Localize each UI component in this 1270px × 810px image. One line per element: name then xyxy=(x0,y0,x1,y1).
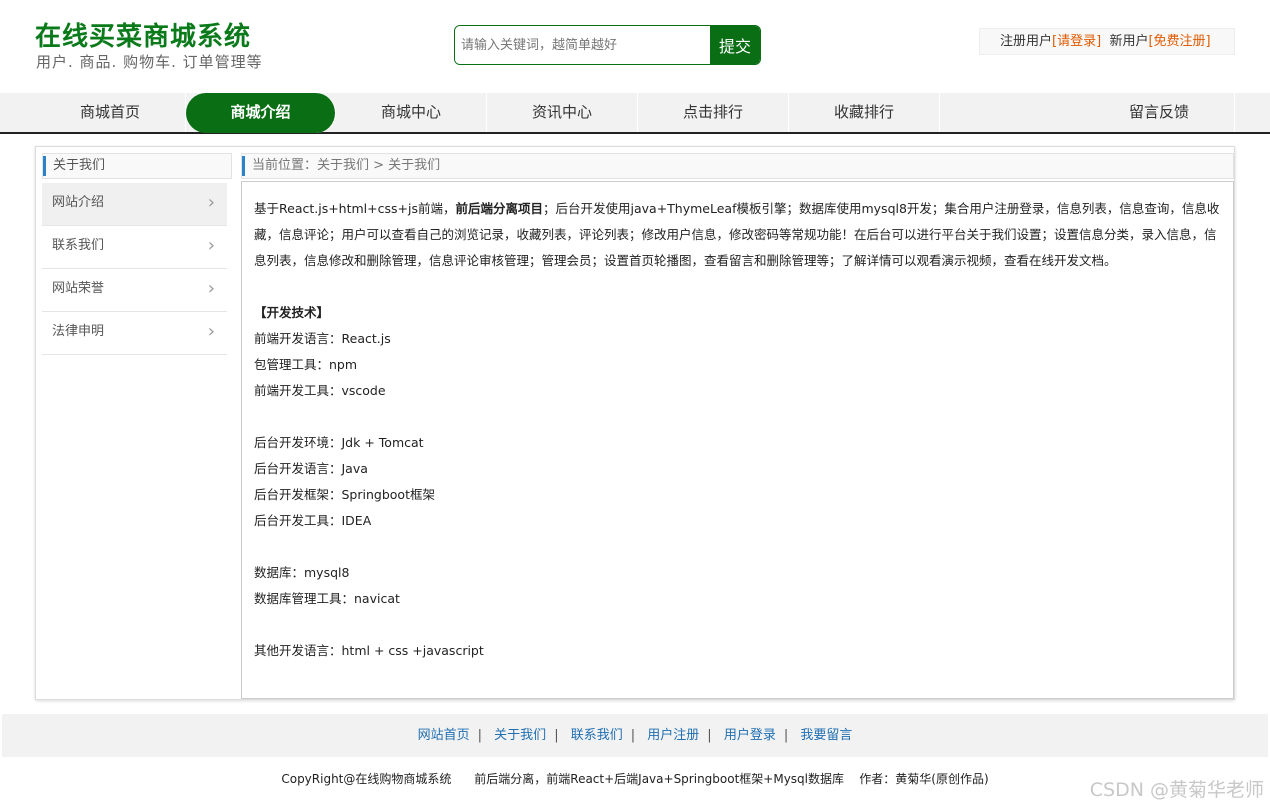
chevron-right-icon: › xyxy=(207,321,215,342)
tech-line: 后台开发环境：Jdk + Tomcat xyxy=(254,435,424,450)
sidebar-item-contact[interactable]: 联系我们 › xyxy=(42,226,227,269)
footer-link-register[interactable]: 用户注册 xyxy=(647,728,699,743)
chevron-right-icon: › xyxy=(207,235,215,256)
tech-line: 包管理工具：npm xyxy=(254,357,358,372)
nav-item-news[interactable]: 资讯中心 xyxy=(487,93,638,132)
sidebar-item-label: 网站荣誉 xyxy=(52,281,105,296)
footer-separator: | xyxy=(707,728,712,743)
chevron-right-icon: › xyxy=(207,192,215,213)
tech-heading: 【开发技术】 xyxy=(254,305,330,320)
tech-line: 后台开发工具：IDEA xyxy=(254,513,372,528)
footer-link-home[interactable]: 网站首页 xyxy=(418,728,470,743)
header: 在线买菜商城系统 用户. 商品. 购物车. 订单管理等 提交 注册用户[请登录]… xyxy=(0,0,1270,93)
intro-bold-text: 前后端分离项目 xyxy=(455,201,543,216)
sidebar-item-legal[interactable]: 法律申明 › xyxy=(42,312,227,355)
footer-separator: | xyxy=(783,728,789,743)
nav-item-fav-rank[interactable]: 收藏排行 xyxy=(789,93,940,132)
tech-line: 数据库管理工具：navicat xyxy=(254,591,400,606)
tech-line: 前端开发语言：React.js xyxy=(254,331,391,346)
sidebar-list: 网站介绍 › 联系我们 › 网站荣誉 › 法律申明 › xyxy=(42,183,232,355)
footer-separator: | xyxy=(477,728,483,743)
search-input[interactable] xyxy=(455,26,710,64)
search-box: 提交 xyxy=(454,25,761,65)
chevron-right-icon: › xyxy=(207,278,215,299)
footer-links: 网站首页 | 关于我们 | 联系我们 | 用户注册 | 用户登录 | 我要留言 xyxy=(2,714,1268,757)
site-title: 在线买菜商城系统 xyxy=(35,22,252,52)
sidebar-title: 关于我们 xyxy=(42,153,232,179)
content-area: 当前位置：关于我们 > 关于我们 基于React.js+html+css+js前… xyxy=(241,153,1234,699)
main-panel: 关于我们 网站介绍 › 联系我们 › 网站荣誉 › 法律申明 › 当前位置：关于… xyxy=(35,146,1235,700)
footer-link-contact[interactable]: 联系我们 xyxy=(571,728,623,743)
nav-item-home[interactable]: 商城首页 xyxy=(35,93,186,132)
footer-link-about[interactable]: 关于我们 xyxy=(494,728,546,743)
breadcrumb: 当前位置：关于我们 > 关于我们 xyxy=(241,153,1234,179)
sidebar-item-honors[interactable]: 网站荣誉 › xyxy=(42,269,227,312)
register-link[interactable]: [免费注册] xyxy=(1148,34,1210,49)
sidebar-item-label: 网站介绍 xyxy=(52,195,105,210)
nav-item-click-rank[interactable]: 点击排行 xyxy=(638,93,789,132)
search-submit-button[interactable]: 提交 xyxy=(710,26,760,64)
article-body: 基于React.js+html+css+js前端，前后端分离项目；后台开发使用j… xyxy=(241,181,1234,699)
user-area: 注册用户[请登录] 新用户[免费注册] xyxy=(979,28,1235,55)
footer-link-login[interactable]: 用户登录 xyxy=(724,728,776,743)
sidebar-item-site-intro[interactable]: 网站介绍 › xyxy=(42,183,227,226)
intro-paragraph: 基于React.js+html+css+js前端，前后端分离项目；后台开发使用j… xyxy=(254,196,1221,274)
watermark: CSDN @黄菊华老师 xyxy=(1089,779,1264,801)
nav-item-center[interactable]: 商城中心 xyxy=(336,93,487,132)
nav-item-feedback[interactable]: 留言反馈 xyxy=(1084,93,1235,132)
sidebar-item-label: 法律申明 xyxy=(52,324,105,339)
sidebar: 关于我们 网站介绍 › 联系我们 › 网站荣誉 › 法律申明 › xyxy=(42,153,232,355)
nav-item-intro[interactable]: 商城介绍 xyxy=(186,93,336,133)
tech-line: 前端开发工具：vscode xyxy=(254,383,386,398)
tech-line: 后台开发框架：Springboot框架 xyxy=(254,487,435,502)
intro-text-1: 基于React.js+html+css+js前端， xyxy=(254,201,456,216)
sidebar-item-label: 联系我们 xyxy=(52,238,105,253)
tech-line: 数据库：mysql8 xyxy=(254,565,350,580)
tech-line: 其他开发语言：html + css +javascript xyxy=(254,643,484,658)
copyright: CopyRight@在线购物商城系统 前后端分离，前端React+后端Java+… xyxy=(281,772,989,786)
registered-user-label: 注册用户 xyxy=(1000,34,1053,49)
footer-link-message[interactable]: 我要留言 xyxy=(800,728,852,743)
footer-separator: | xyxy=(554,728,559,743)
tech-line: 后台开发语言：Java xyxy=(254,461,368,476)
main-nav: 商城首页 商城介绍 商城中心 资讯中心 点击排行 收藏排行 留言反馈 xyxy=(0,93,1270,134)
site-subtitle: 用户. 商品. 购物车. 订单管理等 xyxy=(36,53,263,71)
login-link[interactable]: [请登录] xyxy=(1052,34,1101,49)
footer-separator: | xyxy=(630,728,636,743)
new-user-label: 新用户 xyxy=(1109,34,1149,49)
